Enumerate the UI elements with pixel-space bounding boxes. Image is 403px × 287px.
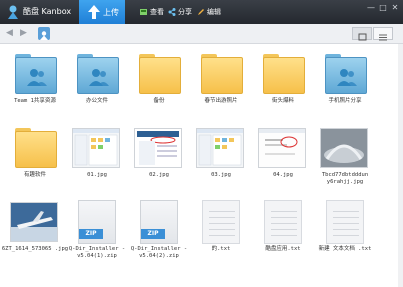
home-icon[interactable] [38, 27, 50, 40]
view-label: 查看 [150, 8, 164, 16]
folder-icon [15, 128, 57, 168]
list-view-button[interactable] [373, 27, 393, 41]
shared-folder-icon [15, 54, 57, 94]
upload-label: 上传 [103, 8, 119, 17]
image-thumbnail [196, 128, 244, 168]
scrollbar[interactable] [398, 44, 403, 287]
upload-arrow-icon [88, 5, 100, 19]
share-icon [168, 8, 176, 16]
text-file-icon [202, 200, 240, 244]
folder-icon [139, 54, 181, 94]
upload-button[interactable]: 上传 [79, 0, 125, 24]
title-bar: 酷盘 Kanbox 上传 查看 分享 编辑 — □ ✕ [0, 0, 403, 24]
zip-badge: ZIP [141, 229, 165, 239]
file-name: 02.jpg [149, 172, 169, 178]
edit-pencil-icon [198, 9, 204, 15]
share-button[interactable]: 分享 [168, 7, 192, 17]
app-name: 酷盘 Kanbox [23, 7, 72, 16]
file-name: Q-Dir_Installer -v5.04(2).zip [130, 246, 188, 259]
shared-folder-icon [325, 54, 367, 94]
shared-folder-icon [77, 54, 119, 94]
file-name: 酷盘应用.txt [265, 246, 301, 252]
zip-archive-icon: ZIP [78, 200, 116, 244]
file-name: 春节出游照片 [204, 98, 238, 104]
file-name: 手机照片分享 [328, 98, 362, 104]
file-name: Tbcd77dbtdddun y6rahjj.jpg [321, 172, 369, 185]
edit-label: 编辑 [207, 8, 221, 16]
view-button[interactable]: 查看 [140, 7, 164, 17]
image-thumbnail [134, 128, 182, 168]
view-icon [140, 9, 147, 15]
file-name: 街头爆料 [271, 98, 294, 104]
close-button[interactable]: ✕ [390, 3, 400, 12]
image-thumbnail [258, 128, 306, 168]
file-name: 6ZT_1614_573065 .jpg [1, 246, 69, 252]
minimize-button[interactable]: — [366, 3, 376, 12]
grid-view-icon [358, 33, 367, 41]
navigation-bar: ◀ ▶ [0, 24, 403, 44]
file-name: 04.jpg [273, 172, 293, 178]
forward-arrow-icon[interactable]: ▶ [20, 28, 27, 38]
back-arrow-icon[interactable]: ◀ [6, 28, 13, 38]
image-thumbnail [10, 202, 58, 242]
text-file-icon [326, 200, 364, 244]
share-label: 分享 [178, 8, 192, 16]
maximize-button[interactable]: □ [378, 3, 388, 12]
file-name: 备份 [153, 98, 165, 104]
zip-archive-icon: ZIP [140, 200, 178, 244]
file-name: Team 1共享资源 [14, 98, 56, 104]
grid-view-button[interactable] [352, 27, 372, 41]
edit-button[interactable]: 编辑 [197, 7, 221, 17]
file-name: 新建 文本文档 .txt [318, 246, 372, 252]
image-thumbnail [72, 128, 120, 168]
file-name: 01.jpg [87, 172, 107, 178]
list-view-icon [379, 34, 387, 41]
kanbox-logo-icon [8, 5, 18, 19]
file-name: 有趣软件 [23, 172, 46, 178]
file-name: 的.txt [211, 246, 231, 252]
file-name: 03.jpg [211, 172, 231, 178]
file-name: 办公文件 [85, 98, 108, 104]
text-file-icon [264, 200, 302, 244]
image-thumbnail [320, 128, 368, 168]
zip-badge: ZIP [79, 229, 103, 239]
folder-icon [201, 54, 243, 94]
folder-icon [263, 54, 305, 94]
file-name: Q-Dir_Installer -v5.04(1).zip [68, 246, 126, 259]
